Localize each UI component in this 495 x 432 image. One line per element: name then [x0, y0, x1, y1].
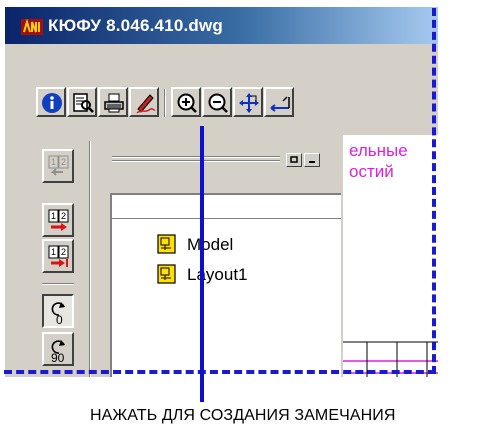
- minimize-icon: [309, 161, 315, 163]
- svg-text:2: 2: [61, 247, 66, 257]
- svg-text:2: 2: [61, 211, 66, 221]
- layout-sheet-icon: [157, 234, 176, 254]
- page-next-icon: 1 2: [48, 209, 69, 231]
- window-title: КЮФУ 8.046.410.dwg: [48, 16, 224, 35]
- info-button[interactable]: [36, 87, 66, 117]
- zoom-out-button[interactable]: [202, 87, 232, 117]
- annotation-caption: НАЖАТЬ ДЛЯ СОЗДАНИЯ ЗАМЕЧАНИЯ: [90, 407, 396, 424]
- tree-item-label: Layout1: [187, 265, 248, 284]
- pan-icon: [239, 93, 259, 113]
- tree-item-label: Model: [187, 235, 234, 254]
- print-icon: [104, 93, 124, 113]
- zoom-in-icon: [177, 93, 197, 113]
- app-logo-icon: [21, 19, 43, 35]
- redline-pen-icon: [136, 94, 156, 114]
- page-next-button[interactable]: 1 2: [42, 203, 74, 237]
- rotate-0-icon: 0: [51, 302, 65, 325]
- panel-minimize-button[interactable]: [304, 153, 320, 167]
- rotate-0-label: 0: [56, 313, 63, 325]
- page-last-button[interactable]: 1 2: [42, 239, 74, 273]
- zoom-out-icon: [208, 93, 228, 113]
- svg-text:1: 1: [51, 247, 56, 257]
- drawing-frame-lines: [343, 341, 438, 377]
- create-remark-button[interactable]: [129, 87, 159, 117]
- measure-icon: [270, 96, 290, 112]
- app-window: КЮФУ 8.046.410.dwg 1 2 1 2 1 2 0 90 Mode…: [4, 6, 438, 377]
- page-nav-disabled-icon: 1 2: [48, 155, 69, 176]
- drawing-canvas[interactable]: ельные остий: [343, 135, 438, 377]
- print-preview-icon: [73, 93, 94, 113]
- toolbar-separator: [164, 89, 166, 117]
- print-button[interactable]: [98, 87, 128, 117]
- print-preview-button[interactable]: [67, 87, 97, 117]
- svg-text:1: 1: [51, 211, 56, 221]
- measure-button[interactable]: [264, 87, 294, 117]
- panel-restore-button[interactable]: [286, 153, 302, 167]
- page-last-icon: 1 2: [48, 245, 69, 267]
- title-bar[interactable]: КЮФУ 8.046.410.dwg: [5, 7, 438, 44]
- panel-grip[interactable]: [112, 155, 280, 165]
- annotation-pointer-line: [200, 126, 204, 402]
- left-toolbar-separator: [42, 283, 74, 285]
- rotate-90-button[interactable]: 90: [42, 332, 74, 366]
- main-toolbar: [36, 87, 438, 129]
- info-icon: [42, 93, 62, 113]
- highlight-frame-right: [432, 8, 436, 374]
- svg-text:1: 1: [51, 157, 56, 167]
- tree-header: [112, 195, 341, 219]
- highlight-frame-bottom: [4, 370, 436, 374]
- page-first-button[interactable]: 1 2: [42, 149, 74, 183]
- svg-text:2: 2: [61, 157, 66, 167]
- rotate-90-icon: 90: [51, 340, 65, 363]
- rotate-0-button[interactable]: 0: [42, 294, 74, 328]
- panel-divider: [89, 141, 91, 377]
- restore-icon: [290, 156, 298, 163]
- zoom-in-button[interactable]: [171, 87, 201, 117]
- layout-sheet-icon: [157, 264, 176, 284]
- rotate-90-label: 90: [51, 351, 65, 363]
- layout-tree: Model Layout1: [110, 193, 341, 377]
- pan-button[interactable]: [233, 87, 263, 117]
